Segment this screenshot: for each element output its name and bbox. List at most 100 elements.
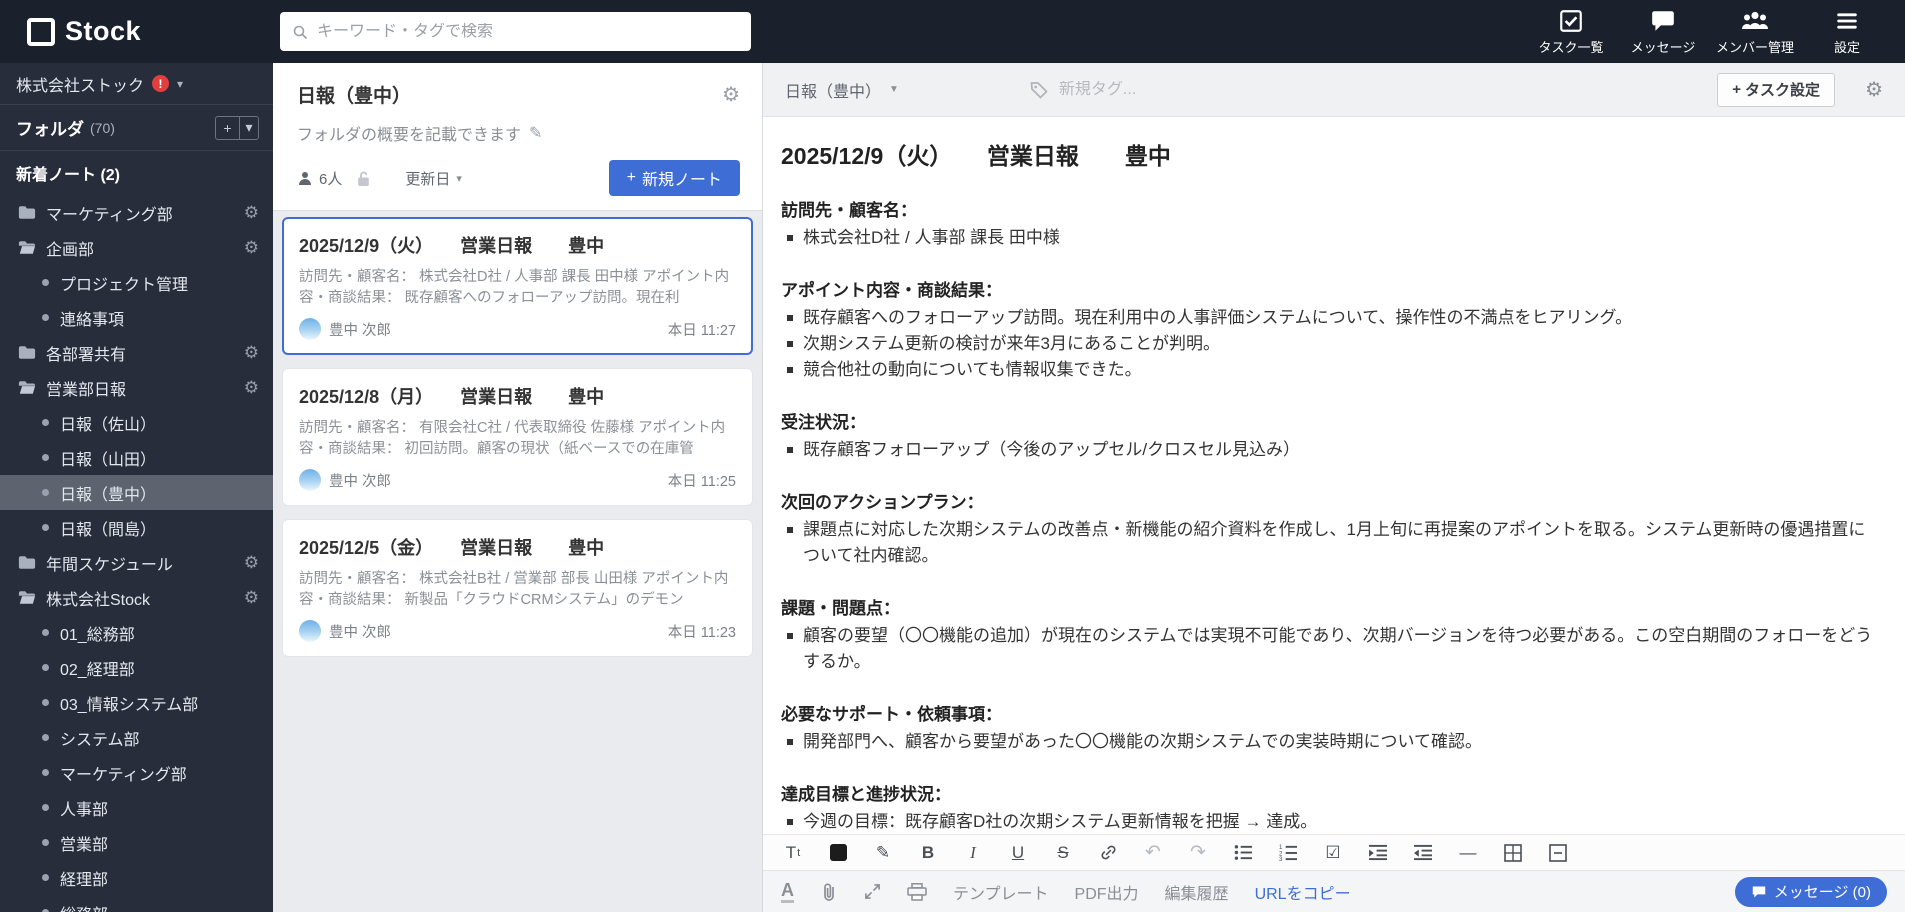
template-button[interactable]: テンプレート [953, 880, 1049, 904]
task-settings-button[interactable]: + タスク設定 [1717, 72, 1836, 107]
highlighter-icon[interactable]: ✎ [871, 840, 895, 866]
table-icon[interactable] [1501, 840, 1525, 866]
section-heading: アポイント内容・商談結果： [781, 281, 1002, 300]
print-button[interactable] [907, 882, 927, 901]
section-bullet: 株式会社D社 / 人事部 課長 田中様 [781, 225, 1879, 251]
font-color-button[interactable]: A [781, 881, 794, 903]
member-management-button[interactable]: メンバー管理 [1709, 0, 1801, 63]
gear-icon[interactable]: ⚙ [244, 344, 259, 361]
app-logo[interactable]: Stock [27, 16, 257, 47]
folders-header: フォルダ (70) + ▾ [0, 105, 273, 151]
sidebar-note-item[interactable]: 03_情報システム部 [0, 685, 273, 720]
text-style-icon[interactable]: Tt [781, 840, 805, 866]
sidebar-note-item[interactable]: 日報（間島） [0, 510, 273, 545]
expand-button[interactable] [864, 883, 881, 900]
note-card[interactable]: 2025/12/8（月） 営業日報 豊中 訪問先・顧客名： 有限会社C社 / 代… [282, 368, 753, 506]
note-card-time: 本日 11:27 [667, 322, 736, 339]
members-icon [1742, 11, 1768, 29]
org-selector[interactable]: 株式会社ストック ! ▾ [0, 63, 273, 105]
note-card-title: 2025/12/8（月） 営業日報 豊中 [299, 387, 605, 407]
checklist-icon[interactable]: ☑ [1321, 840, 1345, 866]
add-folder-button[interactable]: + ▾ [215, 115, 259, 140]
ordered-list-icon[interactable]: 123 [1276, 840, 1300, 866]
chevron-down-icon: ▼ [889, 84, 899, 95]
section-heading: 課題・問題点： [781, 599, 900, 618]
redo-icon[interactable]: ↷ [1186, 840, 1210, 866]
sidebar-note-item[interactable]: 日報（佐山） [0, 405, 273, 440]
bold-icon[interactable]: B [916, 840, 940, 866]
italic-icon[interactable]: I [961, 840, 985, 866]
folder-open-icon [18, 241, 36, 254]
edit-history-button[interactable]: 編集履歴 [1165, 880, 1229, 904]
edit-description-icon[interactable]: ✎ [529, 123, 542, 143]
sidebar-folder[interactable]: マーケティング部 ⚙ [0, 195, 273, 230]
underline-icon[interactable]: U [1006, 840, 1030, 866]
sidebar-note-item-selected[interactable]: 日報（豊中） [0, 475, 273, 510]
note-card-author: 豊中 次郎 [329, 322, 392, 339]
sidebar-note-item[interactable]: システム部 [0, 720, 273, 755]
task-list-button[interactable]: タスク一覧 [1525, 0, 1617, 63]
sidebar-note-item[interactable]: 01_総務部 [0, 615, 273, 650]
message-thread-button[interactable]: メッセージ (0) [1734, 876, 1887, 907]
outdent-icon[interactable] [1411, 840, 1435, 866]
plus-icon[interactable]: + [216, 116, 240, 139]
sidebar-note-item[interactable]: プロジェクト管理 [0, 265, 273, 300]
gear-icon[interactable]: ⚙ [244, 204, 259, 221]
sidebar-folder[interactable]: 企画部 ⚙ [0, 230, 273, 265]
note-section: 課題・問題点： 顧客の要望（〇〇機能の追加）が現在のシステムでは実現不可能であり… [781, 594, 1879, 675]
gear-icon[interactable]: ⚙ [244, 589, 259, 606]
copy-url-button[interactable]: URLをコピー [1255, 880, 1351, 904]
breadcrumb-label: 日報（豊中） [785, 83, 882, 101]
folder-description: フォルダの概要を記載できます [297, 127, 522, 144]
gear-icon[interactable]: ⚙ [722, 82, 740, 107]
undo-icon[interactable]: ↶ [1141, 840, 1165, 866]
note-card[interactable]: 2025/12/5（金） 営業日報 豊中 訪問先・顧客名： 株式会社B社 / 営… [282, 519, 753, 657]
new-notes-filter[interactable]: 新着ノート (2) [0, 151, 273, 195]
note-section: 受注状況： 既存顧客フォローアップ（今後のアップセル/クロスセル見込み） [781, 408, 1879, 463]
note-card-selected[interactable]: 2025/12/9（火） 営業日報 豊中 訪問先・顧客名： 株式会社D社 / 人… [282, 217, 753, 355]
sidebar-note-item[interactable]: 日報（山田） [0, 440, 273, 475]
sidebar-note-item[interactable]: マーケティング部 [0, 755, 273, 790]
folder-label: マーケティング部 [46, 206, 173, 224]
global-search[interactable] [280, 12, 751, 51]
gear-icon[interactable]: ⚙ [244, 379, 259, 396]
gear-icon[interactable]: ⚙ [1865, 77, 1883, 102]
sidebar-note-item[interactable]: 営業部 [0, 825, 273, 860]
chevron-down-icon[interactable]: ▾ [240, 117, 258, 139]
pdf-export-button[interactable]: PDF出力 [1075, 880, 1139, 904]
new-tag-input[interactable] [1058, 80, 1239, 99]
note-card-author: 豊中 次郎 [329, 473, 392, 490]
indent-icon[interactable] [1366, 840, 1390, 866]
attachment-button[interactable] [820, 882, 838, 902]
note-content-editor[interactable]: 2025/12/9（火） 営業日報 豊中 訪問先・顧客名： 株式会社D社 / 人… [763, 117, 1905, 834]
sidebar-folder[interactable]: 株式会社Stock ⚙ [0, 580, 273, 615]
sidebar-note-item[interactable]: 連絡事項 [0, 300, 273, 335]
new-note-button[interactable]: + 新規ノート [608, 160, 740, 196]
sidebar-folder[interactable]: 年間スケジュール ⚙ [0, 545, 273, 580]
link-icon[interactable] [1096, 840, 1120, 866]
bullet-list-icon[interactable] [1231, 840, 1255, 866]
top-bar: Stock タスク一覧 メッセージ メンバー管理 設定 [0, 0, 1905, 63]
search-input[interactable] [317, 22, 739, 41]
section-bullet: 課題点に対応した次期システムの改善点・新機能の紹介資料を作成し、1月上旬に再提案… [781, 517, 1879, 569]
unlock-icon[interactable] [356, 170, 371, 187]
horizontal-rule-icon[interactable]: — [1456, 840, 1480, 866]
sidebar-note-item[interactable]: 02_経理部 [0, 650, 273, 685]
gear-icon[interactable]: ⚙ [244, 554, 259, 571]
sidebar-note-item[interactable]: 人事部 [0, 790, 273, 825]
sidebar-note-item[interactable]: 総務部 [0, 895, 273, 912]
sidebar-folder[interactable]: 営業部日報 ⚙ [0, 370, 273, 405]
members-count[interactable]: 6人 [297, 168, 342, 189]
settings-button[interactable]: 設定 [1801, 0, 1893, 63]
messages-button[interactable]: メッセージ [1617, 0, 1709, 63]
folder-breadcrumb[interactable]: 日報（豊中） ▼ [785, 78, 899, 102]
font-color-swatch-icon[interactable] [826, 840, 850, 866]
sidebar-folder[interactable]: 各部署共有 ⚙ [0, 335, 273, 370]
sidebar-note-item[interactable]: 経理部 [0, 860, 273, 895]
note-editor-panel: 日報（豊中） ▼ + タスク設定 ⚙ 2025/12/9（火） 営業日報 豊中 … [763, 63, 1905, 912]
strikethrough-icon[interactable]: S [1051, 840, 1075, 866]
collapse-block-icon[interactable] [1546, 840, 1570, 866]
sort-dropdown[interactable]: 更新日 ▾ [405, 168, 462, 189]
folder-tree: マーケティング部 ⚙ 企画部 ⚙ プロジェクト管理 連絡事項 各部署共有 ⚙ 営… [0, 195, 273, 912]
gear-icon[interactable]: ⚙ [244, 239, 259, 256]
